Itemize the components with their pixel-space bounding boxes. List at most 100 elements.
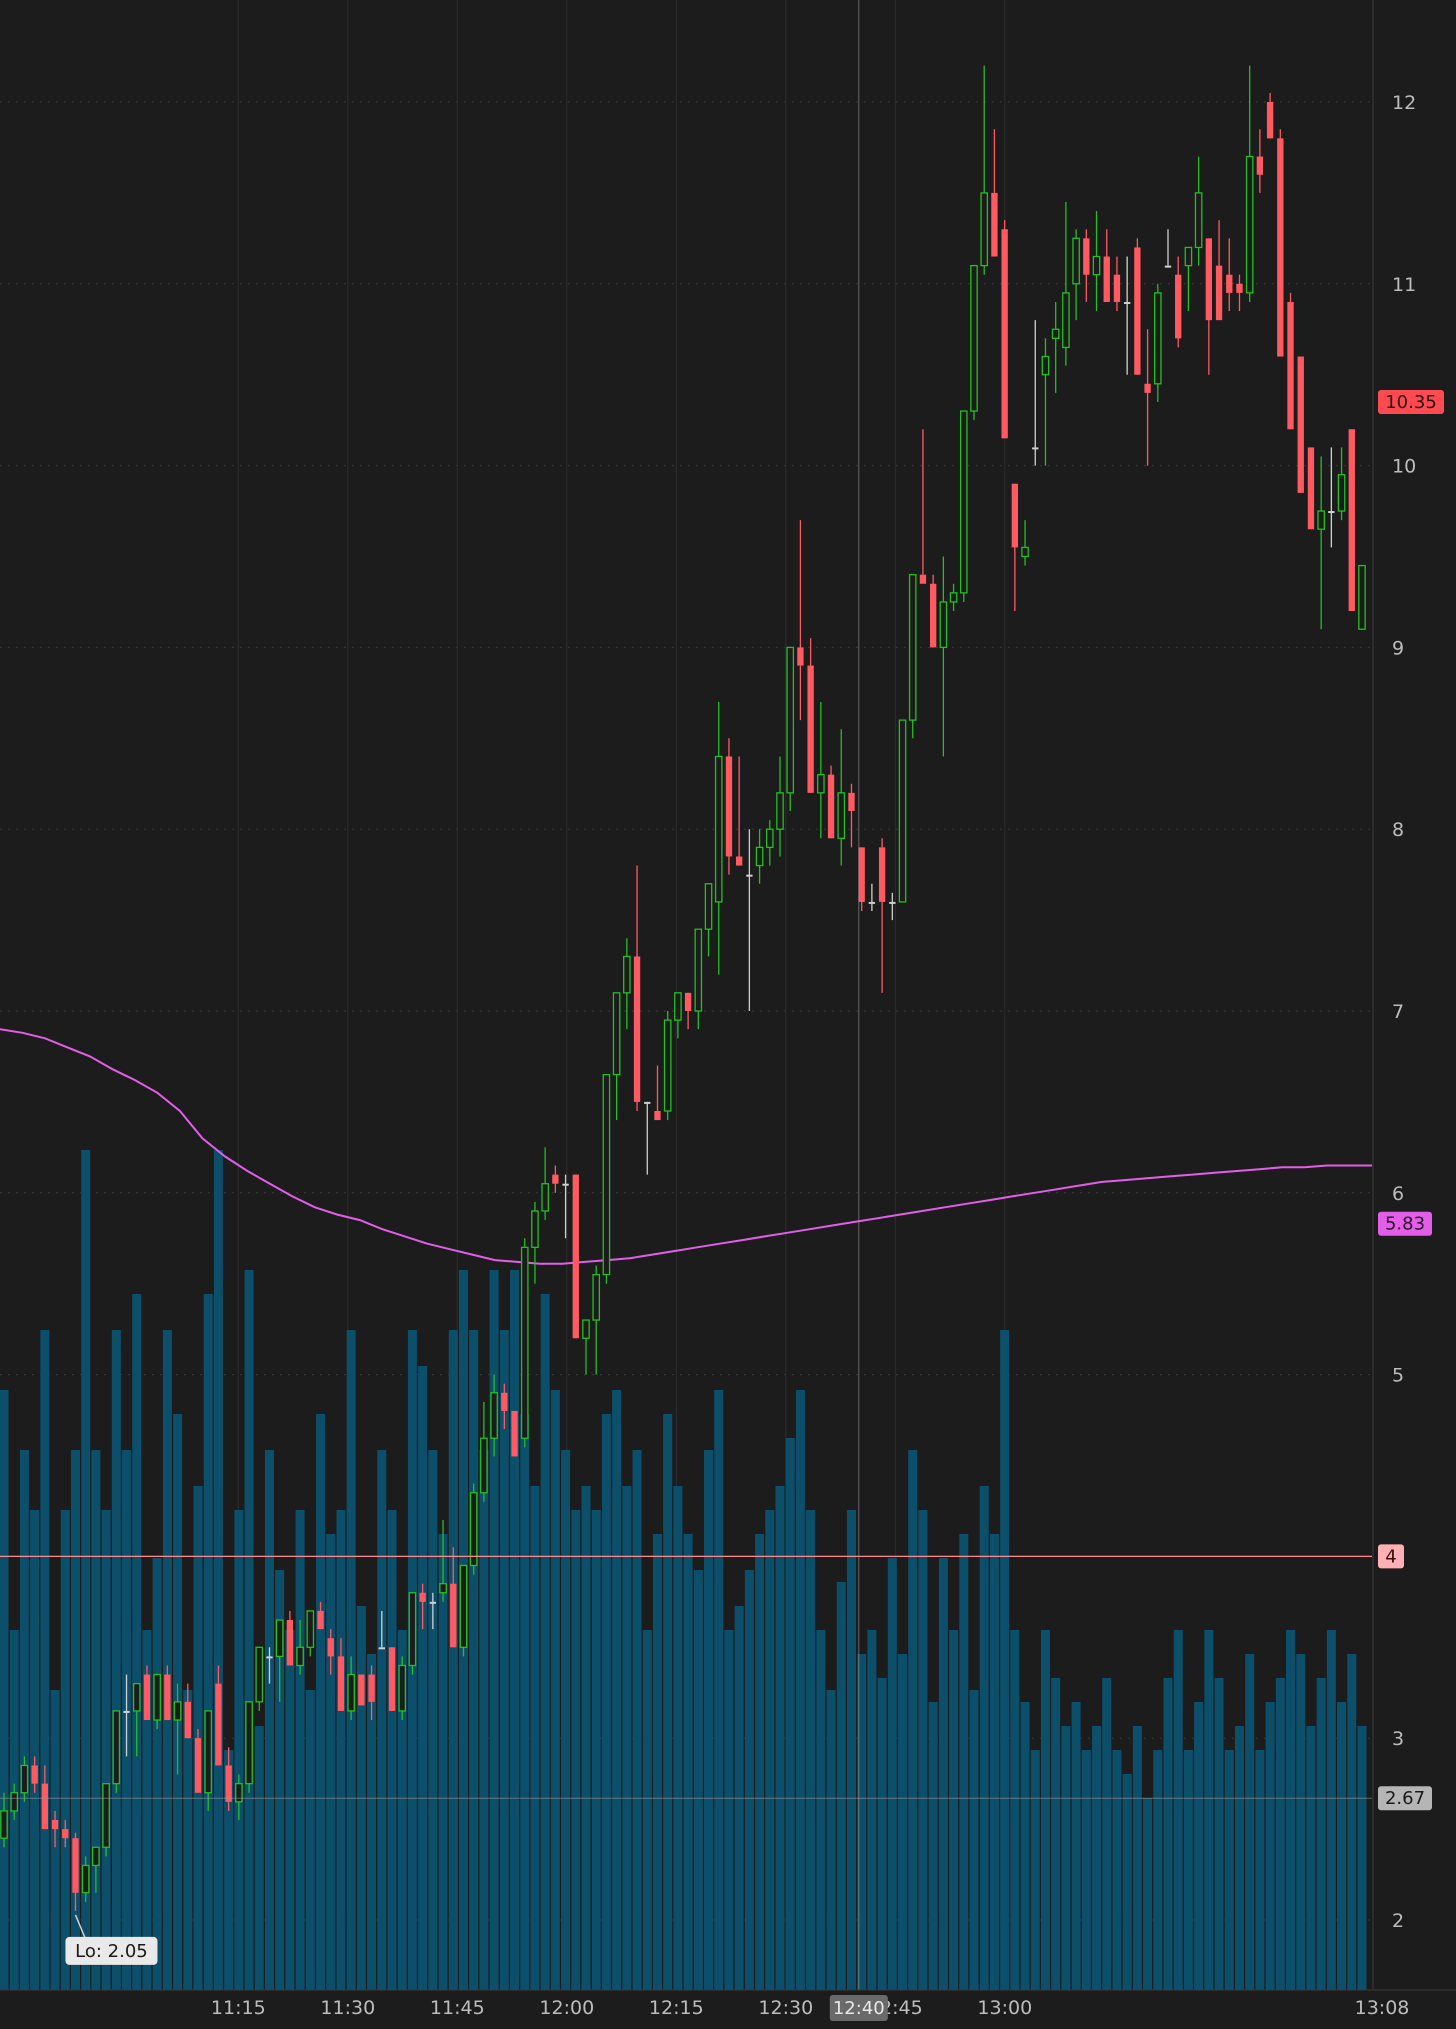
candle-body-down [164, 1674, 171, 1721]
volume-bar [887, 1558, 897, 1990]
candle-body-doji [889, 901, 896, 904]
candle-body-down [684, 992, 692, 1011]
level-line-tag-label: 4 [1385, 1546, 1396, 1567]
volume-bar [1081, 1750, 1091, 1990]
volume-bar [1214, 1678, 1224, 1990]
candle-body-up [1337, 474, 1346, 512]
candle-body-up [1245, 155, 1254, 294]
candle-body-up [663, 1019, 672, 1112]
time-tick-label: 12:30 [758, 1997, 813, 2019]
candle-body-up [541, 1183, 549, 1212]
volume-bar [162, 1330, 172, 1990]
volume-bar [673, 1486, 683, 1990]
candle-body-up [112, 1710, 121, 1785]
candle-body-up [959, 410, 968, 594]
candle-body-up [898, 719, 907, 903]
volume-bar [1286, 1630, 1296, 1990]
volume-bar [1275, 1678, 1285, 1990]
candle-body-down [725, 756, 733, 857]
candle-body-up [490, 1392, 498, 1439]
candle-body-down [501, 1392, 508, 1411]
candle-body-down [1083, 238, 1090, 275]
time-tick-label: 12:00 [539, 1997, 594, 2019]
volume-bar [550, 1390, 560, 1990]
candle-body-down [827, 774, 835, 839]
volume-bar [213, 1150, 223, 1990]
candle-body-down [797, 647, 804, 666]
volume-bar [1306, 1726, 1316, 1990]
low-price-callout-label: Lo: 2.05 [75, 1941, 148, 1962]
chart-area: 2 3 4 5 6 7 8 9 10 11 12 11:15 11:30 11:45 12:00 12:15… [0, 0, 1456, 2025]
candle-body-doji [562, 1183, 569, 1186]
level-line-tag: 4 [1378, 1544, 1404, 1569]
candle-body-up [980, 192, 989, 267]
cursor-time-tag-label: 12:40 [833, 1998, 885, 2019]
cursor-time-tag: 12:40 [829, 1995, 888, 2021]
volume-bar [1112, 1750, 1122, 1990]
price-tick-label: 3 [1392, 1728, 1404, 1750]
candle-body-down [337, 1656, 345, 1711]
candle-body-up [1092, 255, 1101, 276]
candle-body-up [602, 1073, 611, 1276]
candle-body-up [1194, 192, 1203, 249]
volume-bar [989, 1534, 999, 1990]
volume-bar [1347, 1654, 1357, 1990]
candle-body-down [858, 847, 865, 902]
volume-bar [704, 1450, 714, 1990]
candle-body-up [704, 883, 713, 930]
volume-bar [448, 1330, 458, 1990]
volume-bar [938, 1558, 948, 1990]
volume-bar [1245, 1654, 1255, 1990]
candle-body-up [347, 1673, 355, 1712]
volume-bar [336, 1510, 346, 1990]
volume-bar [132, 1294, 142, 1990]
volume-bar [1183, 1750, 1193, 1990]
candle-body-up [173, 1701, 182, 1721]
price-tick-label: 2 [1392, 1910, 1404, 1932]
candle-body-up [398, 1664, 407, 1712]
volume-bar [979, 1486, 989, 1990]
candle-body-down [572, 1174, 579, 1339]
volume-bar [1132, 1726, 1142, 1990]
volume-bar [1122, 1774, 1132, 1990]
candle-body-down [848, 792, 855, 812]
volume-bar [203, 1294, 213, 1990]
candle-body-down [317, 1610, 324, 1630]
candle-body-up [1184, 246, 1193, 267]
candle-body-down [184, 1701, 191, 1739]
volume-bar [836, 1582, 846, 1990]
volume-bar [1326, 1630, 1336, 1990]
candle-body-up [480, 1437, 488, 1494]
candle-body-up [102, 1783, 110, 1848]
candle-body-down [1277, 138, 1284, 357]
volume-bar [428, 1450, 438, 1990]
candle-body-doji [644, 1101, 651, 1104]
volume-bar [244, 1270, 254, 1990]
volume-bar [1337, 1702, 1347, 1990]
moving-average-tag-label: 5.83 [1385, 1214, 1425, 1235]
candle-body-up [694, 928, 703, 1012]
volume-bar [101, 1510, 111, 1990]
volume-bar [571, 1510, 581, 1990]
candle-body-down [1103, 256, 1110, 302]
price-tick-label: 7 [1392, 1001, 1404, 1023]
candle-body-down [1256, 156, 1264, 175]
candle-body-up [306, 1610, 315, 1648]
candle-body-up [20, 1764, 29, 1794]
volume-bar [775, 1486, 785, 1990]
volume-bar [806, 1510, 816, 1990]
volume-bar [561, 1450, 571, 1990]
volume-bar [30, 1510, 40, 1990]
candle-body-down [1144, 383, 1151, 393]
candle-body-up [1317, 510, 1325, 530]
candle-body-down [327, 1638, 334, 1657]
volume-bar [601, 1414, 611, 1990]
candle-body-down [194, 1738, 202, 1793]
volume-bar [1194, 1702, 1204, 1990]
candle-body-up [81, 1864, 90, 1894]
candle-body-up [520, 1246, 529, 1439]
candle-body-up [1021, 546, 1029, 558]
candle-body-up [10, 1792, 19, 1812]
candle-body-down [991, 192, 998, 257]
candle-body-up [817, 774, 825, 794]
